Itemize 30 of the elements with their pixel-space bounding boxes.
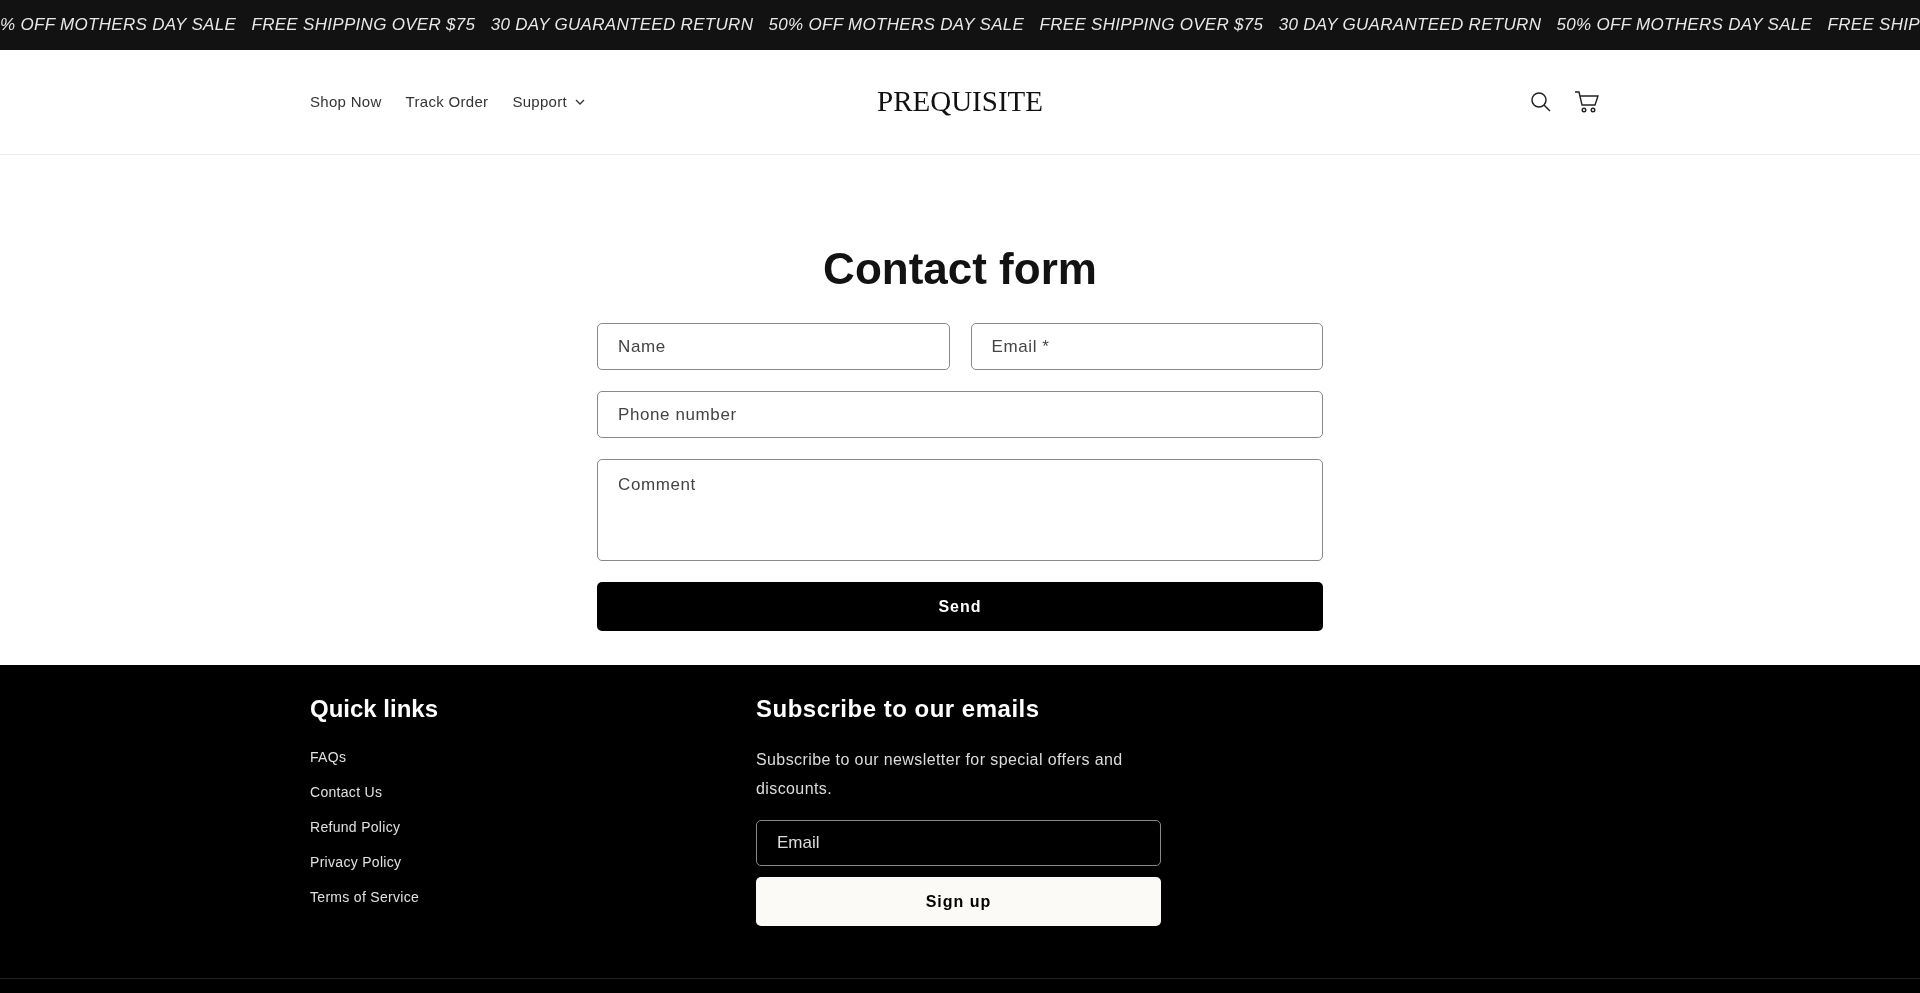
footer-link[interactable]: Privacy Policy xyxy=(310,852,402,873)
announcement-text: 50% OFF MOTHERS DAY SALE xyxy=(768,14,1025,37)
footer-link[interactable]: FAQs xyxy=(310,747,347,768)
logo[interactable]: PREQUISITE xyxy=(877,80,1043,124)
footer-heading: Quick links xyxy=(310,694,440,724)
footer-link[interactable]: Contact Us xyxy=(310,782,383,803)
cart-icon[interactable] xyxy=(1574,90,1600,114)
announcement-text: % OFF MOTHERS DAY SALE xyxy=(0,14,237,37)
comment-field[interactable]: Comment xyxy=(597,459,1323,561)
newsletter-text: Subscribe to our newsletter for special offers and discounts. xyxy=(756,750,1124,799)
search-icon[interactable] xyxy=(1530,91,1552,113)
announcement-text: FREE SHIPPING OVER $75 xyxy=(251,14,476,37)
nav-link[interactable]: Shop Now xyxy=(310,90,382,114)
announcement-text: 30 DAY GUARANTEED RETURN xyxy=(490,14,754,37)
form-title: Contact form xyxy=(822,243,1098,295)
announcement-text: FREE SHIP xyxy=(1827,14,1920,37)
sign-up-button[interactable]: Sign up xyxy=(756,877,1161,926)
footer-link[interactable]: Refund Policy xyxy=(310,817,401,838)
input-field[interactable]: Email * xyxy=(970,323,1323,370)
input-field[interactable]: Phone number xyxy=(597,391,1323,438)
announcement-text: 30 DAY GUARANTEED RETURN xyxy=(1278,14,1542,37)
send-button[interactable]: Send xyxy=(597,582,1323,631)
email-field[interactable]: Email xyxy=(756,820,1161,866)
announcement-text: 50% OFF MOTHERS DAY SALE xyxy=(1556,14,1813,37)
nav-link[interactable]: Support xyxy=(512,90,585,114)
announcement-text: FREE SHIPPING OVER $75 xyxy=(1039,14,1264,37)
footer-heading: Subscribe to our emails xyxy=(756,694,1041,724)
footer-link[interactable]: Terms of Service xyxy=(310,887,420,908)
input-field[interactable]: Name xyxy=(597,323,950,370)
nav-link[interactable]: Track Order xyxy=(405,90,489,114)
